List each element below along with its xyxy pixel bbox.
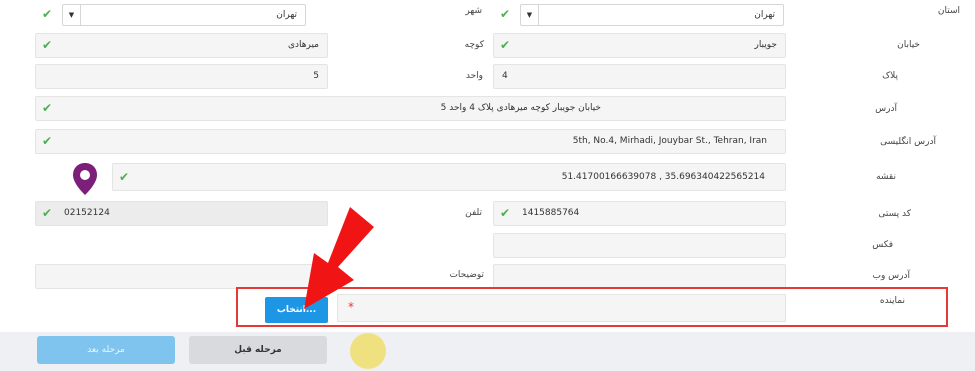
- unit-field[interactable]: 5: [35, 64, 328, 89]
- province-select[interactable]: تهران ▼: [520, 4, 784, 26]
- check-icon: ✔: [42, 7, 53, 21]
- fax-field[interactable]: [493, 233, 786, 258]
- map-coordinates: 51.41700166639078 , 35.696340422565214: [561, 172, 765, 182]
- province-value: تهران: [754, 10, 775, 20]
- plaque-field[interactable]: 4: [493, 64, 786, 89]
- check-icon: ✔: [500, 206, 511, 220]
- check-icon: ✔: [500, 7, 511, 21]
- website-field[interactable]: [493, 264, 786, 289]
- chevron-down-icon[interactable]: ▼: [63, 5, 81, 25]
- website-label: آدرس وب: [872, 271, 910, 281]
- check-icon: ✔: [42, 206, 53, 220]
- city-label: شهر: [465, 6, 482, 16]
- check-icon: ✔: [42, 101, 53, 115]
- unit-label: واحد: [465, 71, 483, 81]
- street-label: خیابان: [897, 40, 920, 50]
- description-label: توضیحات: [449, 270, 484, 280]
- check-icon: ✔: [42, 38, 53, 52]
- chevron-down-icon[interactable]: ▼: [521, 5, 539, 25]
- address-en-value: 5th, No.4, Mirhadi, Jouybar St., Tehran,…: [572, 136, 767, 146]
- plaque-label: پلاک: [882, 71, 898, 81]
- postal-code-label: کد پستی: [878, 209, 911, 219]
- alley-value: میرهادی: [287, 40, 319, 50]
- map-label: نقشه: [876, 172, 896, 182]
- pointer-arrow-icon: [304, 207, 374, 309]
- representative-field[interactable]: [337, 294, 786, 322]
- map-pin-icon[interactable]: [72, 162, 98, 196]
- representative-label: نماینده: [879, 296, 905, 306]
- phone-value: 02152124: [64, 208, 110, 218]
- street-value: جویبار: [754, 40, 777, 50]
- city-value: تهران: [276, 10, 297, 20]
- map-field[interactable]: 51.41700166639078 , 35.696340422565214: [112, 163, 786, 191]
- phone-label: تلفن: [465, 208, 482, 218]
- unit-value: 5: [313, 71, 319, 81]
- address-value: خیابان جویبار کوچه میرهادی پلاک 4 واحد 5: [440, 103, 601, 113]
- alley-label: کوچه: [464, 40, 484, 50]
- previous-step-button[interactable]: مرحله قبل: [189, 336, 327, 364]
- postal-code-value: 1415885764: [522, 208, 580, 218]
- province-label: استان: [937, 6, 960, 16]
- check-icon: ✔: [500, 38, 511, 52]
- address-en-label: آدرس انگلیسی: [880, 137, 936, 147]
- phone-field[interactable]: 02152124: [35, 201, 328, 226]
- street-field[interactable]: جویبار: [493, 33, 786, 58]
- alley-field[interactable]: میرهادی: [35, 33, 328, 58]
- address-en-field[interactable]: 5th, No.4, Mirhadi, Jouybar St., Tehran,…: [35, 129, 786, 154]
- address-field[interactable]: خیابان جویبار کوچه میرهادی پلاک 4 واحد 5: [35, 96, 786, 121]
- postal-code-field[interactable]: 1415885764: [493, 201, 786, 226]
- check-icon: ✔: [119, 170, 130, 184]
- cursor-highlight: [350, 333, 386, 369]
- city-select[interactable]: تهران ▼: [62, 4, 306, 26]
- fax-label: فکس: [872, 240, 893, 250]
- next-step-button[interactable]: مرحله بعد: [37, 336, 175, 364]
- address-label: آدرس: [875, 104, 897, 114]
- description-field[interactable]: [35, 264, 328, 289]
- plaque-value: 4: [502, 71, 508, 81]
- check-icon: ✔: [42, 134, 53, 148]
